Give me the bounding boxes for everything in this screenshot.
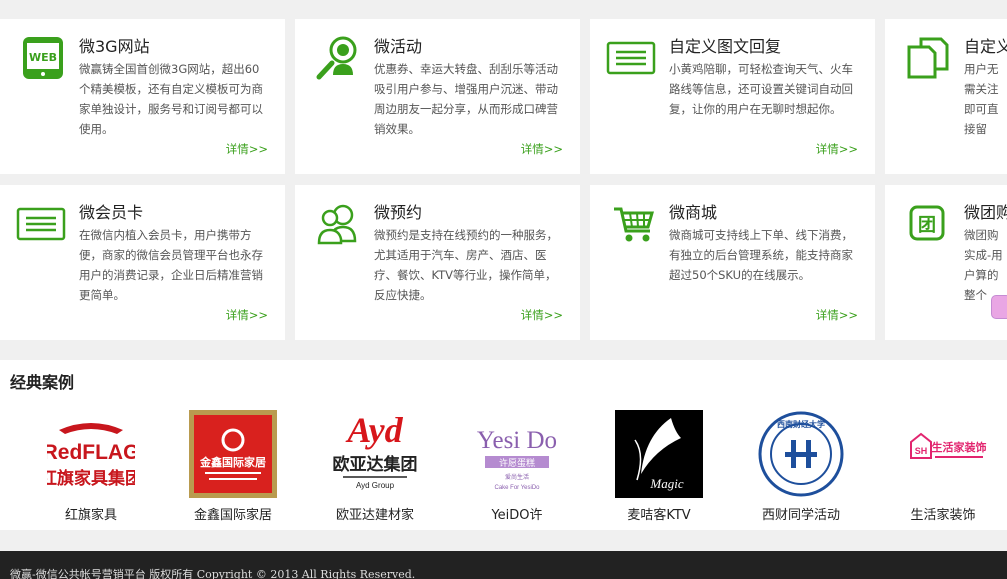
- users-icon: [315, 201, 361, 247]
- web-phone-icon: WEB: [20, 35, 66, 81]
- feature-card-custom-partial[interactable]: 自定义 用户无需关注即可直接留言，并能让商家丝更好: [885, 19, 1007, 174]
- feature-title: 微3G网站: [79, 37, 150, 56]
- yesido-logo: Yesi Do 许愿蛋糕爱尚生活 Cake For YesiDo: [473, 410, 561, 498]
- shenghuojia-logo: SH 生活家装饰: [899, 410, 987, 498]
- svg-text:Ayd Group: Ayd Group: [356, 481, 395, 490]
- feature-title: 微预约: [374, 203, 423, 222]
- feature-description: 微赢铸全国首创微3G网站，超出60个精美模板，还有自定义模板可为商家单独设计，服…: [79, 62, 263, 136]
- svg-text:金鑫国际家居: 金鑫国际家居: [199, 455, 266, 469]
- feature-card-booking[interactable]: 微预约 微预约是支持在线预约的一种服务，尤其适用于汽车、房产、酒店、医疗、餐饮、…: [295, 185, 580, 340]
- feature-description: 小黄鸡陪聊，可轻松查询天气、火车路线等信息，还可设置关键词自动回复，让你的用户在…: [669, 62, 853, 116]
- feature-title: 自定义图文回复: [669, 37, 782, 56]
- feature-description: 微商城可支持线上下单、线下消费，有独立的后台管理系统，能支持商家超过50个SKU…: [669, 228, 853, 282]
- case-item[interactable]: Magic 麦咭客KTV: [609, 410, 709, 523]
- case-item[interactable]: 金鑫国际家居 金鑫国际家居: [183, 410, 283, 523]
- feature-description: 用户无需关注即可直接留言，并能让商家丝更好: [964, 62, 999, 136]
- svg-text:SH: SH: [915, 446, 928, 456]
- case-item[interactable]: Yesi Do 许愿蛋糕爱尚生活 Cake For YesiDo YeiDO许: [467, 410, 567, 523]
- case-item[interactable]: Ayd 欧亚达集团 Ayd Group 欧亚达建材家: [325, 410, 425, 523]
- details-link[interactable]: 详情>>: [521, 141, 563, 157]
- feature-card-member-card[interactable]: 微会员卡 在微信内植入会员卡，用户携带方便，商家的微信会员管理平台也永存用户的消…: [0, 185, 285, 340]
- case-item[interactable]: SH 生活家装饰 生活家装饰: [893, 410, 993, 523]
- user-search-icon: [315, 35, 361, 81]
- copyright-text: 微赢-微信公共帐号营销平台 版权所有 Copyright © 2013 All …: [10, 568, 416, 579]
- mascot-icon: [991, 295, 1007, 319]
- svg-text:WEB: WEB: [29, 51, 57, 64]
- svg-text:RedFLAG: RedFLAG: [47, 441, 135, 464]
- details-link[interactable]: 详情>>: [816, 141, 858, 157]
- redflag-logo: RedFLAG 红旗家具集团: [47, 410, 135, 498]
- footer: 微赢-微信公共帐号营销平台 版权所有 Copyright © 2013 All …: [0, 551, 1007, 579]
- feature-title: 自定义: [964, 37, 1007, 56]
- group-buy-icon: 团: [905, 201, 951, 247]
- feature-title: 微商城: [669, 203, 718, 222]
- feature-grid: WEB 微3G网站 微赢铸全国首创微3G网站，超出60个精美模板，还有自定义模板…: [0, 0, 1007, 345]
- case-name: 麦咭客KTV: [627, 508, 691, 523]
- case-name: 欧亚达建材家: [335, 508, 414, 523]
- feature-description: 微预约是支持在线预约的一种服务，尤其适用于汽车、房产、酒店、医疗、餐饮、KTV等…: [374, 228, 558, 302]
- ayd-logo: Ayd 欧亚达集团 Ayd Group: [331, 410, 419, 498]
- case-section: 经典案例 RedFLAG 红旗家具集团 红旗家具 金鑫国际家居 金鑫国际家居 Ay…: [0, 360, 1007, 530]
- details-link[interactable]: 详情>>: [226, 307, 268, 323]
- cart-icon: [610, 201, 656, 247]
- feature-description: 优惠券、幸运大转盘、刮刮乐等活动吸引用户参与、增强用户沉迷、带动周边朋友一起分享…: [374, 62, 558, 136]
- svg-text:Yesi Do: Yesi Do: [477, 427, 557, 454]
- case-name: YeiDO许: [491, 508, 543, 523]
- svg-text:红旗家具集团: 红旗家具集团: [47, 468, 135, 489]
- svg-text:团: 团: [918, 215, 936, 236]
- case-name: 金鑫国际家居: [193, 508, 272, 523]
- feature-card-3g-site[interactable]: WEB 微3G网站 微赢铸全国首创微3G网站，超出60个精美模板，还有自定义模板…: [0, 19, 285, 174]
- svg-text:欧亚达集团: 欧亚达集团: [333, 454, 418, 475]
- svg-text:Magic: Magic: [649, 476, 683, 491]
- case-name: 西财同学活动: [761, 508, 840, 523]
- copy-docs-icon: [905, 35, 951, 81]
- svg-text:爱尚生活: 爱尚生活: [505, 473, 529, 481]
- feature-title: 微活动: [374, 37, 423, 56]
- feature-description: 微团购实成-用户算的整个订、线下: [964, 228, 1003, 302]
- svg-text:Cake For YesiDo: Cake For YesiDo: [494, 485, 540, 491]
- case-section-title: 经典案例: [10, 373, 75, 392]
- feature-title: 微会员卡: [79, 203, 144, 222]
- feature-card-mall[interactable]: 微商城 微商城可支持线上下单、线下消费，有独立的后台管理系统，能支持商家超过50…: [590, 185, 875, 340]
- feature-card-custom-reply[interactable]: 自定义图文回复 小黄鸡陪聊，可轻松查询天气、火车路线等信息，还可设置关键词自动回…: [590, 19, 875, 174]
- svg-text:许愿蛋糕: 许愿蛋糕: [499, 457, 535, 469]
- case-item[interactable]: RedFLAG 红旗家具集团 红旗家具: [41, 410, 141, 523]
- details-link[interactable]: 详情>>: [816, 307, 858, 323]
- case-item[interactable]: 西南财经大学 西财同学活动: [751, 410, 851, 523]
- svg-text:西南财经大学: 西南财经大学: [777, 419, 825, 429]
- feature-card-activity[interactable]: 微活动 优惠券、幸运大转盘、刮刮乐等活动吸引用户参与、增强用户沉迷、带动周边朋友…: [295, 19, 580, 174]
- details-link[interactable]: 详情>>: [226, 141, 268, 157]
- card-icon: [16, 201, 66, 247]
- feature-description: 在微信内植入会员卡，用户携带方便，商家的微信会员管理平台也永存用户的消费记录，企…: [79, 228, 263, 302]
- message-lines-icon: [606, 35, 656, 81]
- xicai-logo: 西南财经大学: [757, 410, 845, 498]
- details-link[interactable]: 详情>>: [521, 307, 563, 323]
- svg-text:Ayd: Ayd: [345, 410, 403, 450]
- case-name: 生活家装饰: [910, 508, 976, 523]
- svg-text:生活家装饰: 生活家装饰: [932, 440, 987, 454]
- feature-title: 微团购: [964, 203, 1007, 222]
- feature-card-group-buy-partial[interactable]: 团 微团购 微团购实成-用户算的整个订、线下: [885, 185, 1007, 340]
- magic-logo: Magic: [615, 410, 703, 498]
- case-name: 红旗家具: [64, 508, 117, 523]
- jinxin-logo: 金鑫国际家居: [189, 410, 277, 498]
